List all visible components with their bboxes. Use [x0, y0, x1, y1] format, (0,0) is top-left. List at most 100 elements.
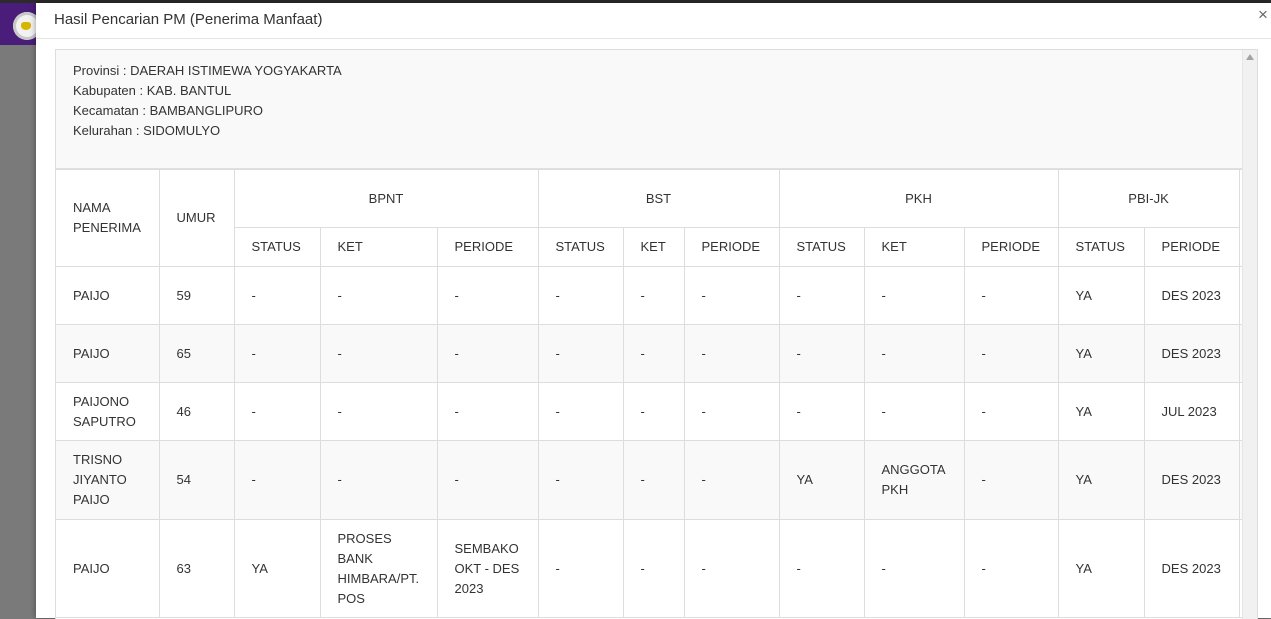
cell-bst-status: - — [537, 440, 624, 520]
cell-name: PAIJONO SAPUTRO — [56, 382, 160, 441]
cell-bst-periode: - — [683, 324, 780, 383]
cell-pbijk-status: YA — [1057, 324, 1145, 383]
cell-age: 46 — [158, 382, 235, 441]
cell-pkh-status: - — [778, 519, 865, 618]
cell-bst-ket: - — [622, 266, 685, 325]
cell-pbijk-status: YA — [1057, 440, 1145, 520]
column-header-bst-ket: KET — [622, 227, 685, 267]
cell-pkh-status: YA — [778, 440, 865, 520]
location-district: Kecamatan : BAMBANGLIPURO — [73, 103, 264, 118]
column-header-pbijk-status: STATUS — [1057, 227, 1145, 267]
cell-bst-periode: - — [683, 440, 780, 520]
modal-title: Hasil Pencarian PM (Penerima Manfaat) — [54, 11, 323, 28]
group-header-pkh: PKH — [778, 169, 1059, 228]
cell-bpnt-ket: - — [319, 382, 438, 441]
cell-pkh-status: - — [778, 266, 865, 325]
column-header-age: UMUR — [158, 169, 235, 267]
column-header-pbijk-periode: PERIODE — [1143, 227, 1240, 267]
cell-bpnt-periode: - — [436, 266, 539, 325]
cell-bst-periode: - — [683, 266, 780, 325]
cell-pkh-ket: - — [863, 382, 965, 441]
cell-bst-status: - — [537, 519, 624, 618]
table-row: TRISNO JIYANTO PAIJO 54- - - - - - YA ANGGOTA PK… — [56, 440, 1257, 520]
cell-pkh-periode: - — [963, 266, 1059, 325]
cell-bpnt-ket: - — [319, 266, 438, 325]
cell-bpnt-periode: - — [436, 440, 539, 520]
cell-age: 65 — [158, 324, 235, 383]
cell-name: PAIJO — [56, 324, 160, 383]
cell-pkh-periode: - — [963, 440, 1059, 520]
cell-age: 59 — [158, 266, 235, 325]
cell-pkh-ket: - — [863, 324, 965, 383]
cell-bpnt-status: - — [233, 324, 321, 383]
cell-bst-ket: - — [622, 324, 685, 383]
column-header-bpnt-periode: PERIODE — [436, 227, 539, 267]
location-province: Provinsi : DAERAH ISTIMEWA YOGYAKARTA — [73, 63, 342, 78]
cell-pkh-periode: - — [963, 519, 1059, 618]
table-row: PAIJONO SAPUTRO 46- - - - - - - - - YA JUL 2023 — [56, 382, 1257, 441]
cell-pkh-status: - — [778, 324, 865, 383]
table-row: PAIJO 65- - - - - - - - - YA DES 2023 — [56, 324, 1257, 383]
location-info: Provinsi : DAERAH ISTIMEWA YOGYAKARTA Ka… — [56, 50, 1257, 169]
cell-bst-ket: - — [622, 519, 685, 618]
cell-bpnt-ket: PROSES BANK HIMBARA/PT. POS — [319, 519, 438, 618]
cell-name: PAIJO — [56, 519, 160, 618]
search-result-modal: Hasil Pencarian PM (Penerima Manfaat) × … — [36, 3, 1271, 619]
table-sub-header-row: STATUS KET PERIODE STATUS KET PERIODE STATUS KE… — [56, 227, 1257, 267]
modal-header-divider — [36, 38, 1271, 39]
cell-bst-periode: - — [683, 519, 780, 618]
cell-pbijk-periode: DES 2023 — [1143, 324, 1240, 383]
column-header-bpnt-status: STATUS — [234, 227, 321, 267]
cell-bpnt-periode: - — [436, 324, 539, 383]
cell-pbijk-periode: DES 2023 — [1143, 519, 1240, 618]
cell-pkh-status: - — [778, 382, 865, 441]
table-row: PAIJO 59- - - - - - - - - YA DES 2023 — [56, 266, 1257, 325]
cell-pbijk-status: YA — [1057, 519, 1145, 618]
beneficiary-table: NAMA PENERIMA UMUR BPNT BST PKH PBI-JK S… — [56, 169, 1257, 618]
group-header-pbi-jk: PBI-JK — [1057, 169, 1240, 228]
cell-age: 63 — [158, 519, 235, 618]
close-icon[interactable]: × — [1258, 6, 1268, 23]
table-row: PAIJO 63 YA PROSES BANK HIMBARA/PT. POS SEMB… — [56, 519, 1257, 618]
cell-bst-status: - — [537, 382, 624, 441]
table-body: PAIJO 59- - - - - - - - - YA DES 2023 PAIJO 65- - - - - - -… — [56, 266, 1257, 618]
cell-bst-ket: - — [622, 440, 685, 520]
column-header-pkh-status: STATUS — [778, 227, 865, 267]
cell-bpnt-status: - — [233, 266, 321, 325]
column-header-pkh-ket: KET — [863, 227, 965, 267]
cell-pkh-ket: - — [863, 266, 965, 325]
cell-pbijk-periode: DES 2023 — [1143, 440, 1240, 520]
group-header-bst: BST — [537, 169, 780, 228]
cell-pbijk-periode: DES 2023 — [1143, 266, 1240, 325]
cell-bpnt-status: - — [233, 440, 321, 520]
column-header-name: NAMA PENERIMA — [56, 169, 160, 267]
column-header-pkh-periode: PERIODE — [963, 227, 1059, 267]
cell-pkh-ket: ANGGOTA PKH — [863, 440, 965, 520]
cell-bst-ket: - — [622, 382, 685, 441]
column-header-bst-status: STATUS — [537, 227, 624, 267]
cell-pkh-periode: - — [963, 324, 1059, 383]
cell-bst-status: - — [537, 324, 624, 383]
cell-age: 54 — [158, 440, 235, 520]
results-frame: Provinsi : DAERAH ISTIMEWA YOGYAKARTA Ka… — [55, 49, 1258, 619]
cell-bpnt-status: YA — [233, 519, 321, 618]
vertical-scrollbar[interactable] — [1242, 50, 1257, 619]
cell-bpnt-status: - — [233, 382, 321, 441]
group-header-bpnt: BPNT — [233, 169, 539, 228]
cell-pbijk-periode: JUL 2023 — [1143, 382, 1240, 441]
column-header-bst-periode: PERIODE — [683, 227, 780, 267]
cell-name: TRISNO JIYANTO PAIJO — [56, 440, 160, 520]
cell-bpnt-periode: SEMBAKO OKT - DES 2023 — [436, 519, 539, 618]
table-group-header-row: NAMA PENERIMA UMUR BPNT BST PKH PBI-JK — [56, 169, 1257, 267]
cell-bpnt-ket: - — [319, 440, 438, 520]
scroll-up-arrow-icon[interactable] — [1246, 54, 1254, 60]
location-village: Kelurahan : SIDOMULYO — [73, 123, 221, 138]
cell-pbijk-status: YA — [1057, 266, 1145, 325]
cell-bst-periode: - — [683, 382, 780, 441]
location-regency: Kabupaten : KAB. BANTUL — [73, 83, 232, 98]
cell-name: PAIJO — [56, 266, 160, 325]
cell-bst-status: - — [537, 266, 624, 325]
cell-bpnt-ket: - — [319, 324, 438, 383]
cell-pbijk-status: YA — [1057, 382, 1145, 441]
column-header-bpnt-ket: KET — [319, 227, 438, 267]
